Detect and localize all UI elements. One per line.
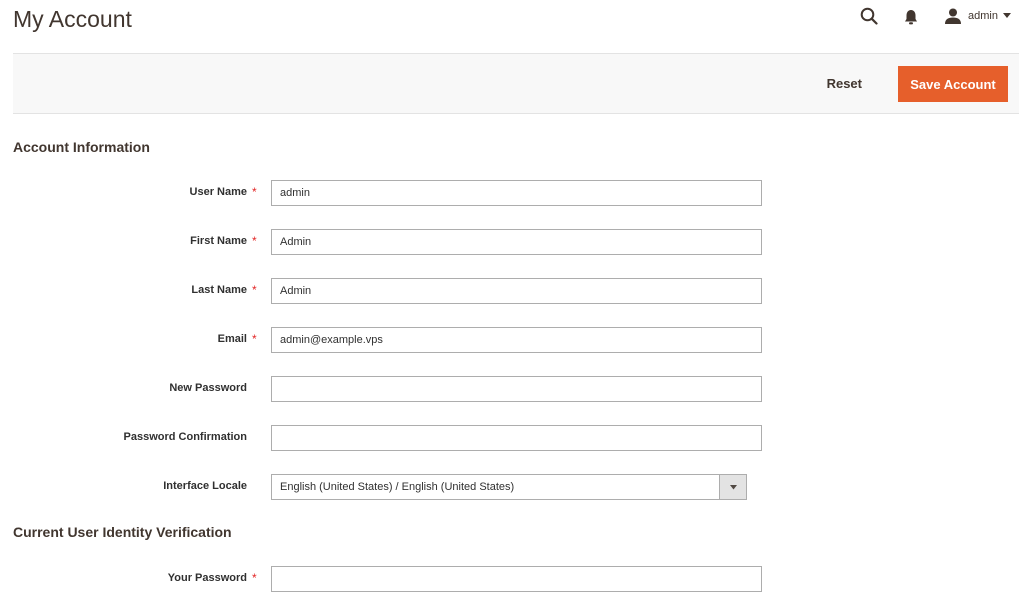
reset-button[interactable]: Reset (815, 67, 874, 101)
field-row-username: User Name * (0, 180, 1024, 206)
save-account-button[interactable]: Save Account (898, 66, 1008, 102)
user-menu[interactable]: admin (944, 6, 1011, 26)
field-row-password-confirmation: Password Confirmation (0, 425, 1024, 451)
required-star: * (252, 283, 257, 297)
section-title-identity-verification: Current User Identity Verification (13, 524, 232, 540)
field-row-new-password: New Password (0, 376, 1024, 402)
new-password-label: New Password (169, 382, 247, 394)
user-icon (944, 8, 962, 24)
interface-locale-select[interactable]: English (United States) / English (Unite… (271, 474, 747, 500)
username-label: User Name (190, 186, 247, 198)
email-input[interactable] (271, 327, 762, 353)
interface-locale-value: English (United States) / English (Unite… (280, 481, 514, 493)
user-name: admin (968, 10, 998, 22)
section-title-account-information: Account Information (13, 139, 150, 155)
field-row-lastname: Last Name * (0, 278, 1024, 304)
lastname-label: Last Name (191, 284, 247, 296)
password-confirmation-label: Password Confirmation (124, 431, 247, 443)
field-row-interface-locale: Interface Locale English (United States)… (0, 474, 1024, 500)
required-star: * (252, 185, 257, 199)
lastname-input[interactable] (271, 278, 762, 304)
field-row-email: Email * (0, 327, 1024, 353)
select-toggle[interactable] (719, 475, 746, 499)
password-confirmation-input[interactable] (271, 425, 762, 451)
new-password-input[interactable] (271, 376, 762, 402)
bell-icon[interactable] (904, 9, 918, 25)
firstname-label: First Name (190, 235, 247, 247)
your-password-label: Your Password (168, 572, 247, 584)
interface-locale-label: Interface Locale (163, 480, 247, 492)
page-actions-bar: Reset Save Account (13, 53, 1019, 114)
firstname-input[interactable] (271, 229, 762, 255)
page-title: My Account (13, 6, 132, 33)
field-row-your-password: Your Password * (0, 566, 1024, 592)
caret-down-icon (730, 485, 737, 490)
email-label: Email (218, 333, 247, 345)
field-row-firstname: First Name * (0, 229, 1024, 255)
required-star: * (252, 571, 257, 585)
username-input[interactable] (271, 180, 762, 206)
search-icon[interactable] (860, 7, 878, 25)
required-star: * (252, 332, 257, 346)
caret-down-icon (1003, 13, 1011, 19)
required-star: * (252, 234, 257, 248)
your-password-input[interactable] (271, 566, 762, 592)
